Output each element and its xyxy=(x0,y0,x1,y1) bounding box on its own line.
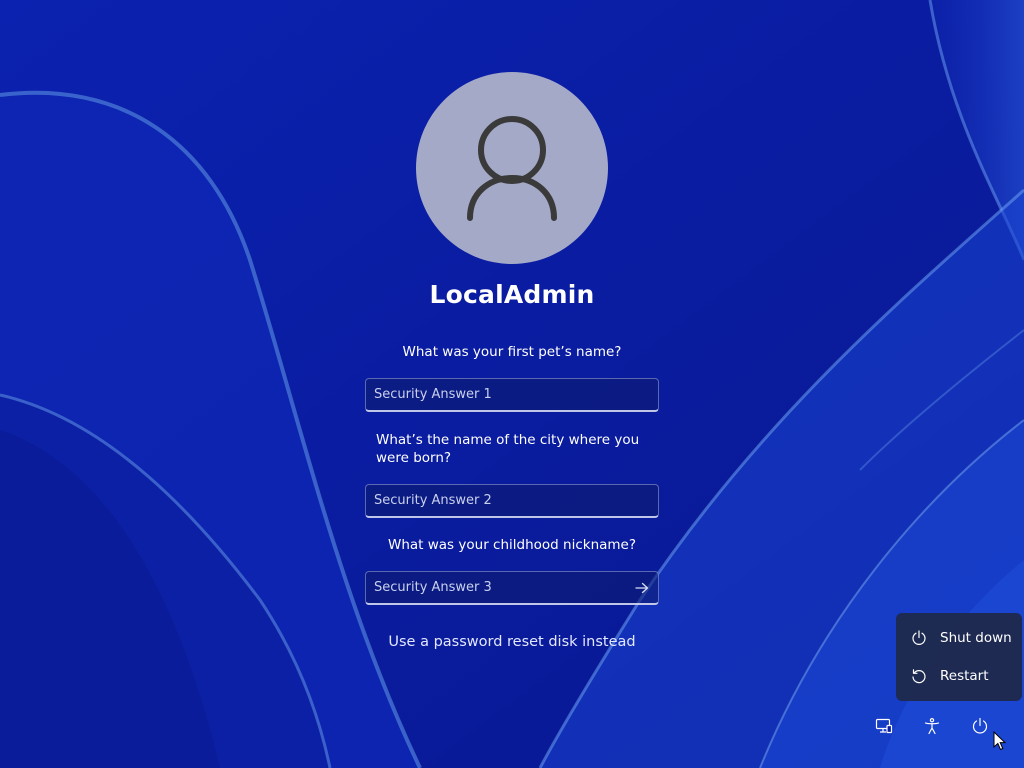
password-reset-disk-link[interactable]: Use a password reset disk instead xyxy=(312,634,712,650)
security-answer-3-field[interactable] xyxy=(365,571,659,605)
mouse-cursor-icon xyxy=(993,731,1007,751)
person-icon xyxy=(467,116,557,221)
network-icon xyxy=(875,718,893,734)
security-question-2: What’s the name of the city where you we… xyxy=(376,432,640,466)
user-avatar xyxy=(416,72,608,264)
username: LocalAdmin xyxy=(429,280,595,309)
security-answer-1-input[interactable] xyxy=(366,379,658,410)
menu-item-label: Restart xyxy=(940,668,989,684)
restart-icon xyxy=(910,667,928,685)
accessibility-button[interactable] xyxy=(918,712,946,740)
menu-item-shut-down[interactable]: Shut down xyxy=(896,619,1022,657)
menu-item-label: Shut down xyxy=(940,630,1012,646)
submit-button[interactable] xyxy=(626,572,658,604)
power-button[interactable] xyxy=(966,712,994,740)
security-answer-3-input[interactable] xyxy=(366,572,626,603)
network-button[interactable] xyxy=(870,712,898,740)
security-question-1: What was your first pet’s name? xyxy=(402,344,622,360)
lock-screen: LocalAdmin What was your first pet’s nam… xyxy=(0,0,1024,768)
power-icon xyxy=(910,629,928,647)
arrow-right-icon xyxy=(635,582,649,593)
security-question-3: What was your childhood nickname? xyxy=(387,537,637,553)
power-menu: Shut down Restart xyxy=(896,613,1022,701)
menu-item-restart[interactable]: Restart xyxy=(896,657,1022,695)
security-answer-1-field[interactable] xyxy=(365,378,659,412)
security-answer-2-input[interactable] xyxy=(366,485,658,516)
power-icon xyxy=(972,717,988,734)
security-answer-2-field[interactable] xyxy=(365,484,659,518)
accessibility-icon xyxy=(924,718,940,735)
